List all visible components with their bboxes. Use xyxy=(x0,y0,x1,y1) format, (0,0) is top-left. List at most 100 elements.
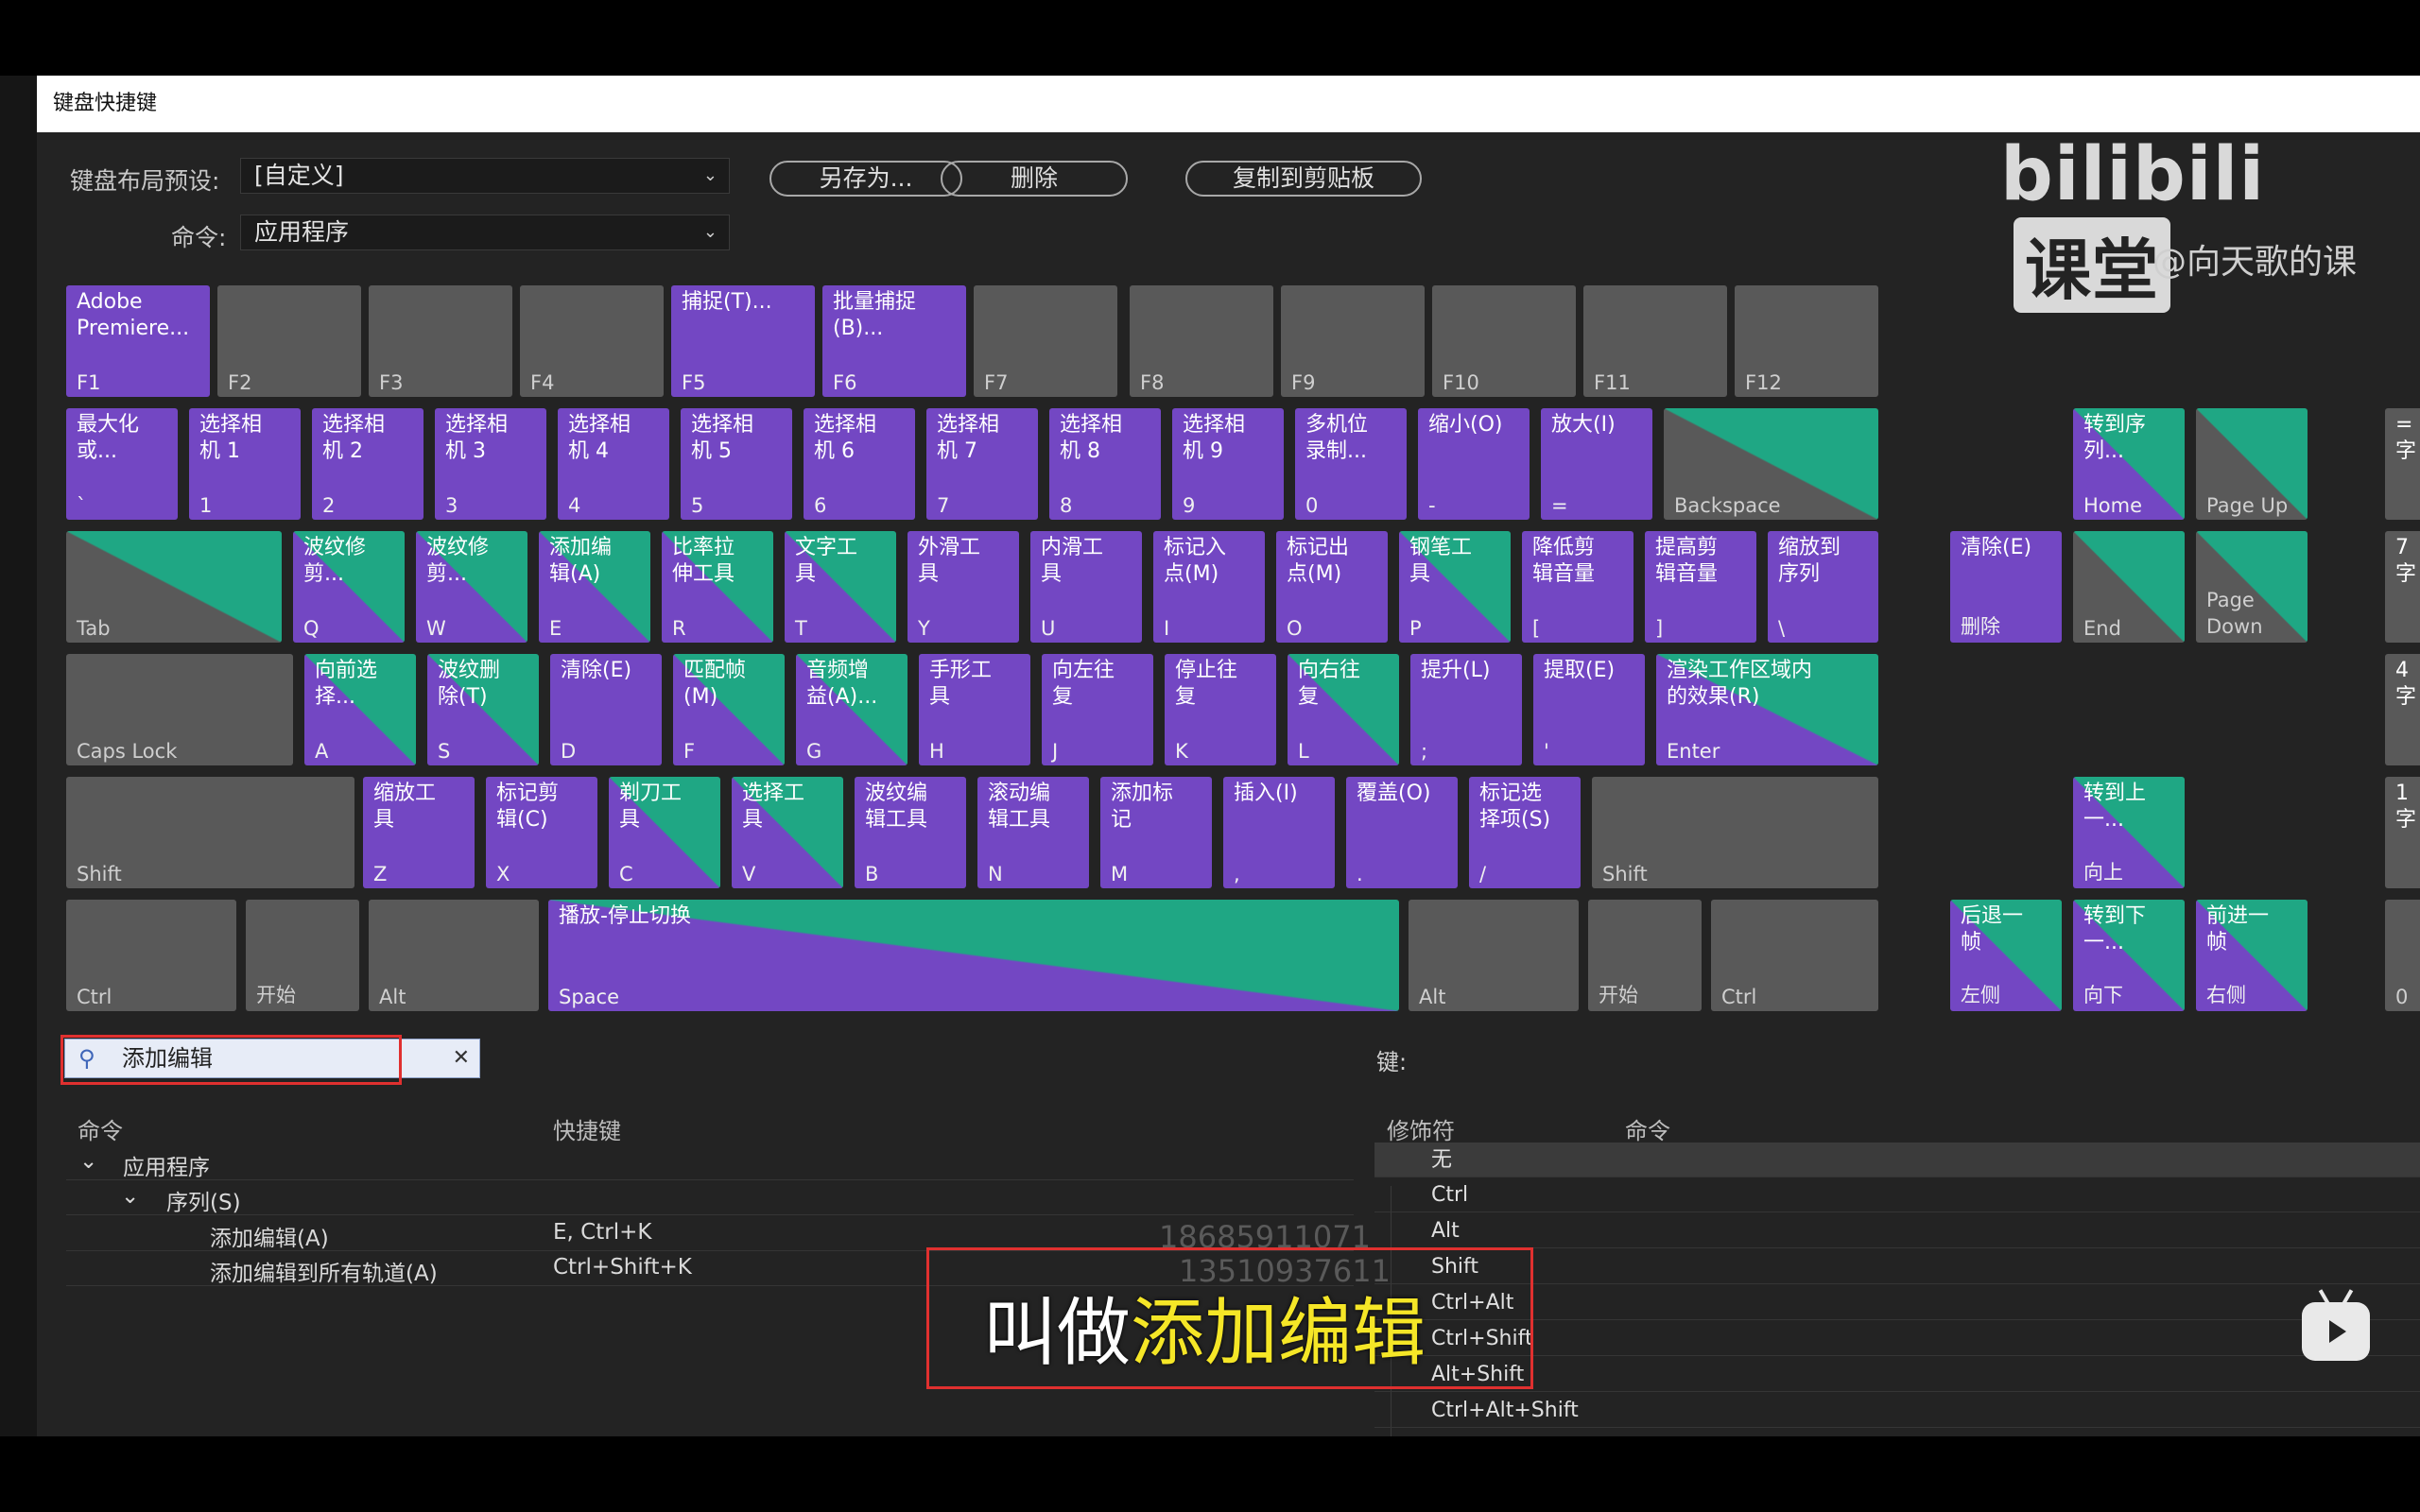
key-ralt[interactable]: Alt xyxy=(1409,900,1579,1011)
key-minus[interactable]: 缩小(O) - xyxy=(1418,408,1530,520)
save-as-button[interactable]: 另存为... xyxy=(769,161,962,197)
key-f7[interactable]: F7 xyxy=(974,285,1117,397)
key-e[interactable]: 添加编 辑(A) E xyxy=(539,531,650,643)
key-semicolon[interactable]: 提升(L); xyxy=(1410,654,1522,765)
delete-button[interactable]: 删除 xyxy=(941,161,1128,197)
key-f8[interactable]: F8 xyxy=(1130,285,1273,397)
key-a[interactable]: 向前选 择... A xyxy=(304,654,416,765)
key-k[interactable]: 停止往 复 K xyxy=(1165,654,1276,765)
command-column-header[interactable]: 命令 xyxy=(78,1112,123,1145)
key-quote[interactable]: 提取(E) ' xyxy=(1533,654,1645,765)
key-c[interactable]: 剃刀工 具 C xyxy=(609,777,720,888)
key-l[interactable]: 向右往 复 L xyxy=(1288,654,1399,765)
key-rbracket[interactable]: 提高剪 辑音量] xyxy=(1645,531,1756,643)
key-t[interactable]: 文字工 具 T xyxy=(785,531,896,643)
key-backspace[interactable]: Backspace xyxy=(1664,408,1878,520)
key-f9[interactable]: F9 xyxy=(1281,285,1425,397)
key-space[interactable]: 播放-停止切换 Space xyxy=(548,900,1399,1011)
key-rwin[interactable]: 开始 xyxy=(1588,900,1702,1011)
key-right[interactable]: 前进一 帧右侧 xyxy=(2196,900,2308,1011)
key-j[interactable]: 向左往 复 J xyxy=(1042,654,1153,765)
key-enter[interactable]: 渲染工作区域内 的效果(R) Enter xyxy=(1656,654,1878,765)
clear-search-icon[interactable]: ✕ xyxy=(453,1040,470,1077)
key-np4[interactable]: 1 字 xyxy=(2385,777,2420,888)
key-n[interactable]: 滚动编 辑工具 N xyxy=(977,777,1089,888)
key-s[interactable]: 波纹删 除(T) S xyxy=(427,654,539,765)
key-5[interactable]: 选择相 机 5 5 xyxy=(681,408,792,520)
key-period[interactable]: 覆盖(O). xyxy=(1346,777,1458,888)
key-delete[interactable]: 清除(E) 删除 xyxy=(1950,531,2062,643)
key-up[interactable]: 转到上 一... 向上 xyxy=(2073,777,2185,888)
key-np1[interactable]: = 字 xyxy=(2385,408,2420,520)
key-h[interactable]: 手形工 具 H xyxy=(919,654,1030,765)
key-lwin[interactable]: 开始 xyxy=(246,900,359,1011)
modifier-row[interactable]: Ctrl xyxy=(1374,1177,2420,1212)
key-comma[interactable]: 插入(I), xyxy=(1223,777,1335,888)
key-f2[interactable]: F2 xyxy=(217,285,361,397)
tree-subgroup-row[interactable]: ⌄ 序列(S) xyxy=(66,1180,1354,1215)
key-np5[interactable]: 0 xyxy=(2385,900,2420,1011)
row-shortcut[interactable]: Ctrl+Shift+K xyxy=(553,1255,692,1280)
key-grave[interactable]: 最大化 或... ` xyxy=(66,408,178,520)
key-left[interactable]: 后退一 帧左侧 xyxy=(1950,900,2062,1011)
modifier-row[interactable]: Alt xyxy=(1374,1213,2420,1248)
key-f3[interactable]: F3 xyxy=(369,285,512,397)
key-0[interactable]: 多机位 录制... 0 xyxy=(1295,408,1407,520)
copy-to-clipboard-button[interactable]: 复制到剪贴板 xyxy=(1185,161,1422,197)
key-lshift[interactable]: Shift xyxy=(66,777,354,888)
key-q[interactable]: 波纹修 剪... Q xyxy=(293,531,405,643)
key-9[interactable]: 选择相 机 9 9 xyxy=(1172,408,1284,520)
shortcut-column-header[interactable]: 快捷键 xyxy=(553,1112,621,1145)
row-shortcut[interactable]: E, Ctrl+K xyxy=(553,1220,651,1245)
key-f[interactable]: 匹配帧 (M) F xyxy=(673,654,785,765)
key-f6[interactable]: 批量捕捉 (B)... F6 xyxy=(822,285,966,397)
key-f4[interactable]: F4 xyxy=(520,285,664,397)
key-p[interactable]: 钢笔工 具 P xyxy=(1399,531,1511,643)
key-7[interactable]: 选择相 机 7 7 xyxy=(926,408,1038,520)
key-o[interactable]: 标记出 点(M) O xyxy=(1276,531,1388,643)
key-r[interactable]: 比率拉 伸工具 R xyxy=(662,531,773,643)
key-f10[interactable]: F10 xyxy=(1432,285,1576,397)
key-d[interactable]: 清除(E) D xyxy=(550,654,662,765)
key-i[interactable]: 标记入 点(M) I xyxy=(1153,531,1265,643)
key-x[interactable]: 标记剪 辑(C) X xyxy=(486,777,597,888)
key-u[interactable]: 内滑工 具 U xyxy=(1030,531,1142,643)
key-lbracket[interactable]: 降低剪 辑音量 [ xyxy=(1522,531,1634,643)
key-f1[interactable]: Adobe Premiere... F1 xyxy=(66,285,210,397)
key-6[interactable]: 选择相 机 6 6 xyxy=(804,408,915,520)
key-f12[interactable]: F12 xyxy=(1735,285,1878,397)
key-pagedown[interactable]: Page Down xyxy=(2196,531,2308,643)
key-equals[interactable]: 放大(I) = xyxy=(1541,408,1652,520)
key-m[interactable]: 添加标 记 M xyxy=(1100,777,1212,888)
collapse-chevron-icon[interactable]: ⌄ xyxy=(79,1149,97,1174)
key-pageup[interactable]: Page Up xyxy=(2196,408,2308,520)
key-np3[interactable]: 4 字 xyxy=(2385,654,2420,765)
key-slash[interactable]: 标记选 择项(S) / xyxy=(1469,777,1581,888)
modifier-row[interactable]: Ctrl+Alt+Shift xyxy=(1374,1393,2420,1428)
key-b[interactable]: 波纹编 辑工具 B xyxy=(855,777,966,888)
key-y[interactable]: 外滑工 具 Y xyxy=(908,531,1019,643)
key-v[interactable]: 选择工 具 V xyxy=(732,777,843,888)
key-g[interactable]: 音频增 益(A)... G xyxy=(796,654,908,765)
key-np2[interactable]: 7 字 xyxy=(2385,531,2420,643)
key-z[interactable]: 缩放工 具 Z xyxy=(363,777,475,888)
key-f11[interactable]: F11 xyxy=(1583,285,1727,397)
modifier-command-column-header[interactable]: 命令 xyxy=(1625,1112,1670,1145)
collapse-chevron-icon[interactable]: ⌄ xyxy=(121,1184,139,1209)
key-home[interactable]: 转到序 列... Home xyxy=(2073,408,2185,520)
modifier-row[interactable]: 无 xyxy=(1374,1143,2420,1177)
key-w[interactable]: 波纹修 剪... W xyxy=(416,531,527,643)
key-end[interactable]: End xyxy=(2073,531,2185,643)
key-rctrl[interactable]: Ctrl xyxy=(1711,900,1878,1011)
modifier-column-header[interactable]: 修饰符 xyxy=(1387,1112,1455,1145)
key-backslash[interactable]: 缩放到 序列 \ xyxy=(1768,531,1878,643)
key-down[interactable]: 转到下 一... 向下 xyxy=(2073,900,2185,1011)
key-rshift[interactable]: Shift xyxy=(1592,777,1878,888)
key-8[interactable]: 选择相 机 8 8 xyxy=(1049,408,1161,520)
key-1[interactable]: 选择相 机 1 1 xyxy=(189,408,301,520)
key-lctrl[interactable]: Ctrl xyxy=(66,900,236,1011)
key-capslock[interactable]: Caps Lock xyxy=(66,654,293,765)
key-lalt[interactable]: Alt xyxy=(369,900,539,1011)
key-2[interactable]: 选择相 机 2 2 xyxy=(312,408,424,520)
key-3[interactable]: 选择相 机 3 3 xyxy=(435,408,546,520)
